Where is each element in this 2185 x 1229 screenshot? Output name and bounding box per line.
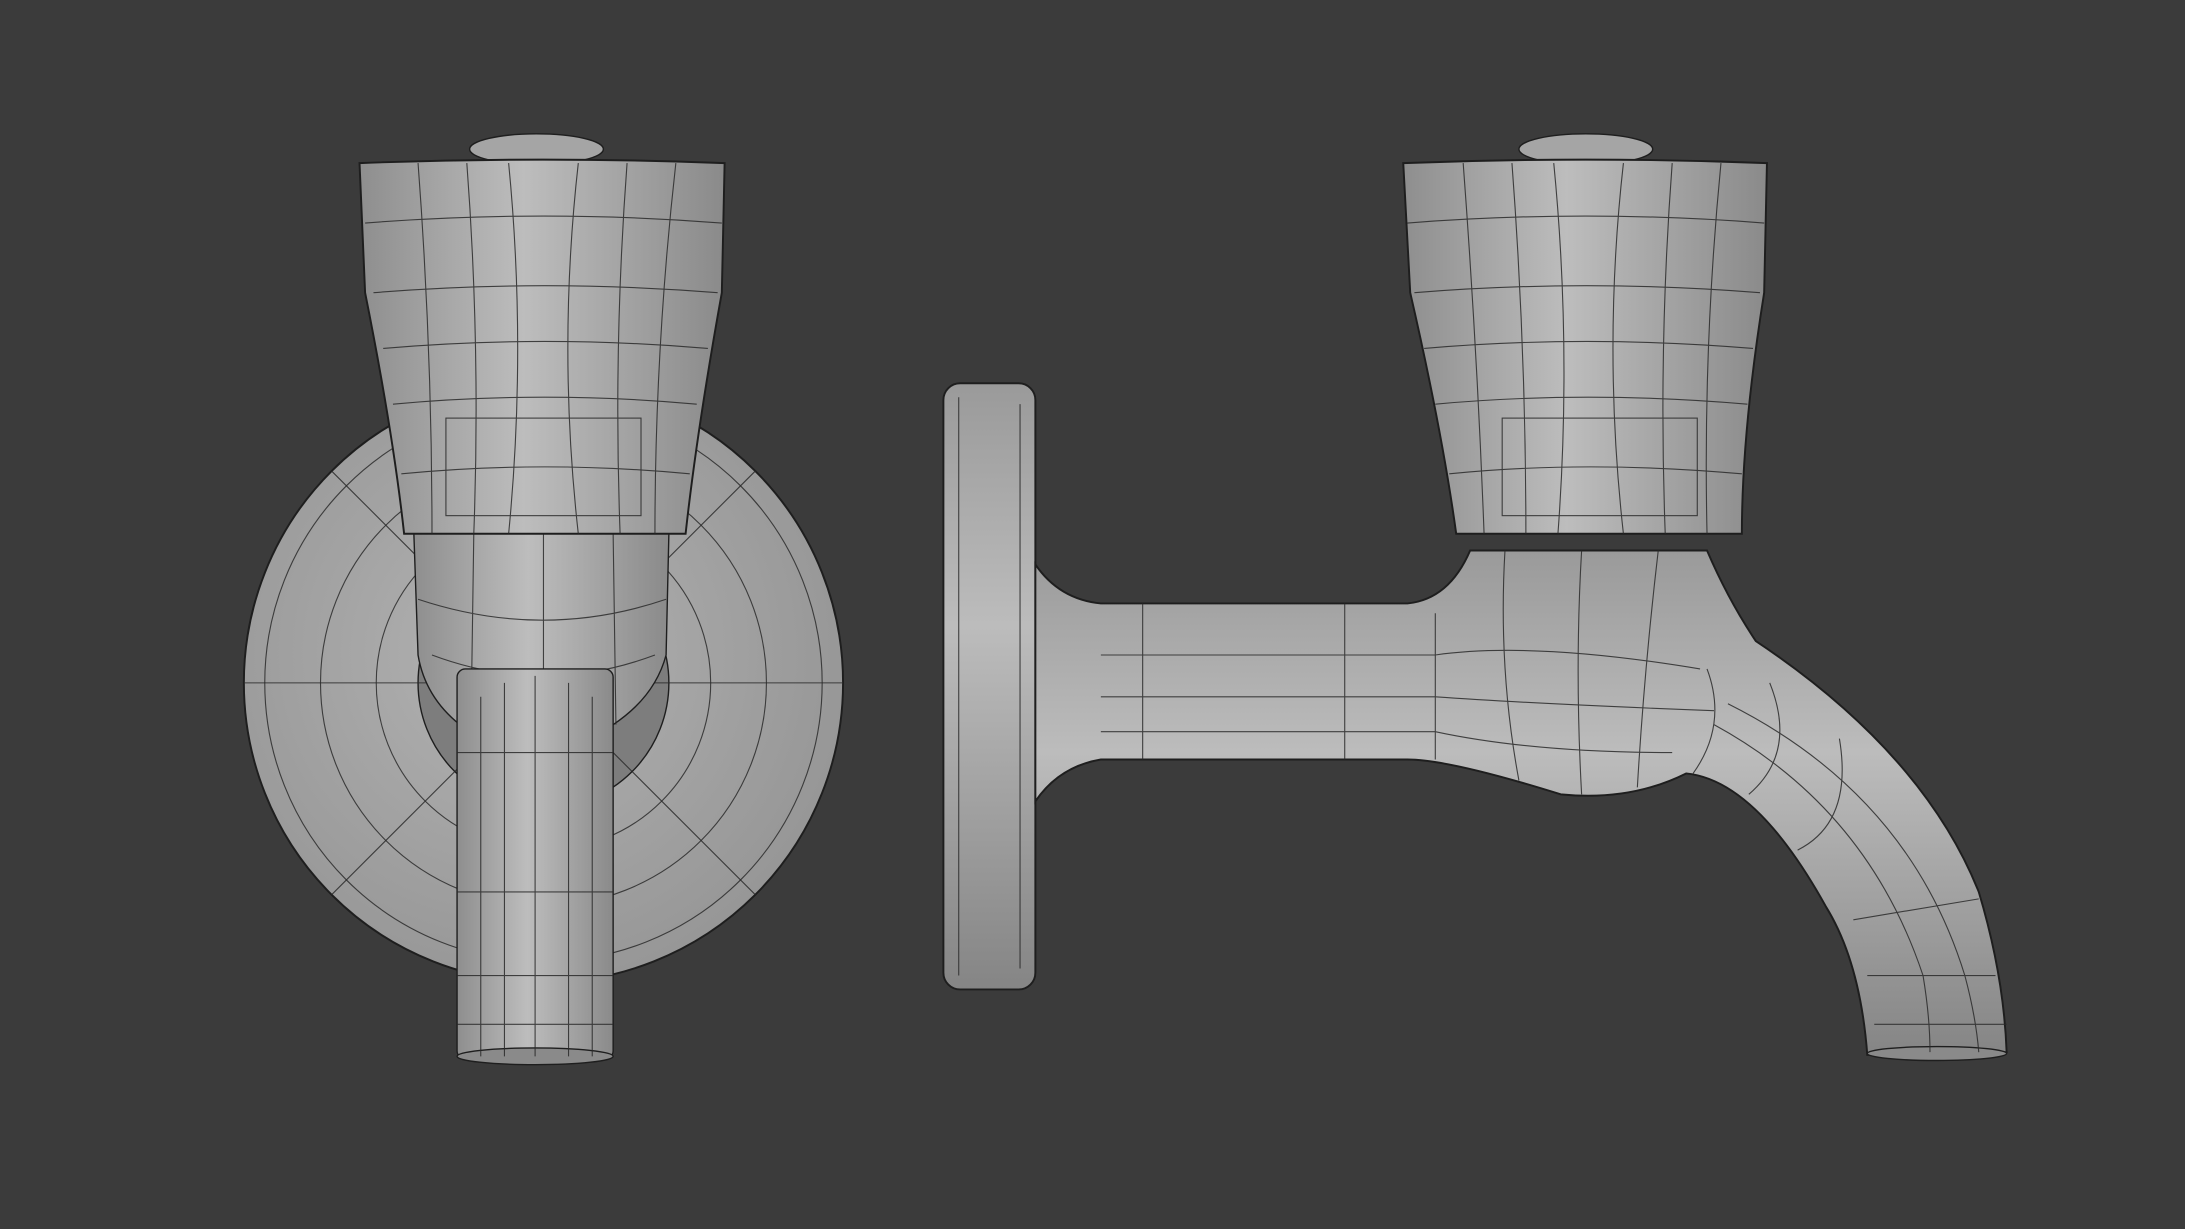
faucet-side-view xyxy=(942,133,2008,1062)
3d-viewport[interactable] xyxy=(0,0,2185,1225)
arm-pipe xyxy=(1034,549,2008,1056)
wall-flange-side xyxy=(942,382,1037,991)
faucet-front-view xyxy=(242,133,845,1066)
faucet-render xyxy=(242,133,2008,1066)
